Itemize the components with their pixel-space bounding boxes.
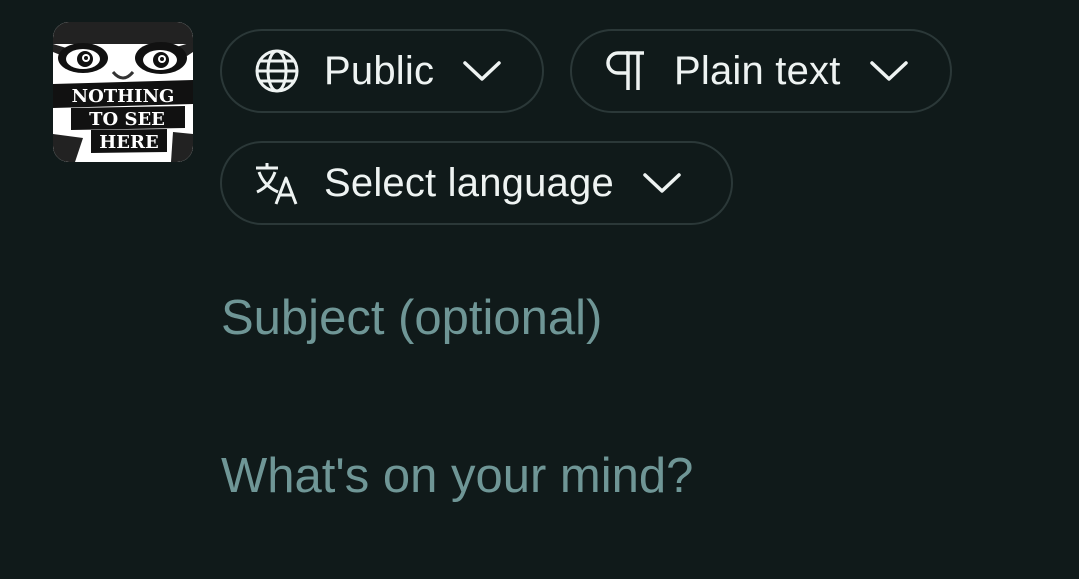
avatar-line-1: NOTHING: [72, 86, 175, 107]
visibility-dropdown[interactable]: Public: [220, 29, 544, 113]
avatar-image: NOTHING TO SEE HERE: [53, 22, 193, 162]
compose-textarea[interactable]: What's on your mind?: [221, 448, 1041, 504]
pilcrow-icon: [604, 48, 650, 94]
globe-icon: [254, 48, 300, 94]
chevron-down-icon: [462, 56, 502, 86]
chevron-down-icon: [642, 168, 682, 198]
language-label: Select language: [324, 160, 614, 205]
format-label: Plain text: [674, 48, 841, 93]
compose-panel: NOTHING TO SEE HERE Public Plain text Se…: [0, 0, 1079, 579]
chevron-down-icon: [869, 56, 909, 86]
avatar-line-3: HERE: [99, 132, 158, 153]
language-dropdown[interactable]: Select language: [220, 141, 733, 225]
format-dropdown[interactable]: Plain text: [570, 29, 952, 113]
avatar-line-2: TO SEE: [89, 109, 165, 130]
visibility-label: Public: [324, 48, 435, 93]
subject-input[interactable]: Subject (optional): [221, 290, 1021, 346]
translate-icon: [254, 160, 300, 206]
avatar[interactable]: NOTHING TO SEE HERE: [53, 22, 193, 162]
